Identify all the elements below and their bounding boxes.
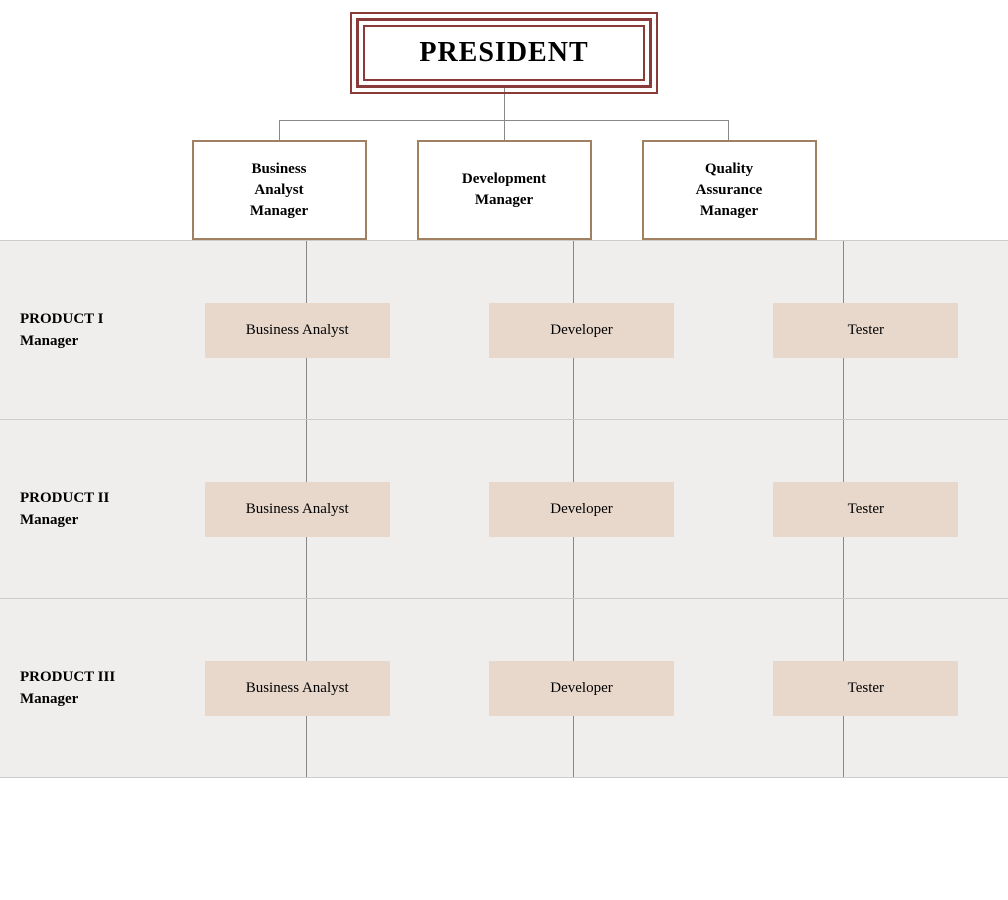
president-box: PRESIDENT [356, 18, 651, 88]
role-cell-1-dev: Developer [489, 303, 674, 358]
product-cells-2: Business Analyst Developer Tester [155, 482, 1008, 537]
tree-connector [179, 120, 829, 140]
product-row-2: PRODUCT IIManager Business Analyst Devel… [0, 419, 1008, 598]
manager-box-qam: QualityAssuranceManager [642, 140, 817, 240]
manager-col-ba: BusinessAnalystManager [179, 140, 379, 240]
manager-box-bam: BusinessAnalystManager [192, 140, 367, 240]
v-line-president [504, 88, 505, 120]
product-row-3: PRODUCT IIIManager Business Analyst Deve… [0, 598, 1008, 778]
manager-col-qa: QualityAssuranceManager [629, 140, 829, 240]
top-area: PRESIDENT BusinessAnalystManager [0, 0, 1008, 240]
role-cell-2-dev: Developer [489, 482, 674, 537]
product-cells-1: Business Analyst Developer Tester [155, 303, 1008, 358]
role-cell-3-dev: Developer [489, 661, 674, 716]
role-cell-2-ba: Business Analyst [205, 482, 390, 537]
products-area: PRODUCT IManager Business Analyst Develo… [0, 240, 1008, 778]
role-cell-1-tester: Tester [773, 303, 958, 358]
manager-label-bam: BusinessAnalystManager [250, 159, 308, 222]
product-label-1: PRODUCT IManager [0, 308, 155, 353]
role-cell-1-ba: Business Analyst [205, 303, 390, 358]
page: PRESIDENT BusinessAnalystManager [0, 0, 1008, 900]
product-cells-3: Business Analyst Developer Tester [155, 661, 1008, 716]
role-cell-2-tester: Tester [773, 482, 958, 537]
manager-label-dm: DevelopmentManager [462, 169, 546, 211]
managers-row: BusinessAnalystManager DevelopmentManage… [179, 140, 829, 240]
role-cell-3-tester: Tester [773, 661, 958, 716]
product-label-2: PRODUCT IIManager [0, 487, 155, 532]
president-label: PRESIDENT [419, 37, 588, 68]
product-label-3: PRODUCT IIIManager [0, 666, 155, 711]
manager-label-qam: QualityAssuranceManager [696, 159, 763, 222]
role-cell-3-ba: Business Analyst [205, 661, 390, 716]
product-row-1: PRODUCT IManager Business Analyst Develo… [0, 240, 1008, 419]
manager-box-dm: DevelopmentManager [417, 140, 592, 240]
manager-col-dev: DevelopmentManager [404, 140, 604, 240]
